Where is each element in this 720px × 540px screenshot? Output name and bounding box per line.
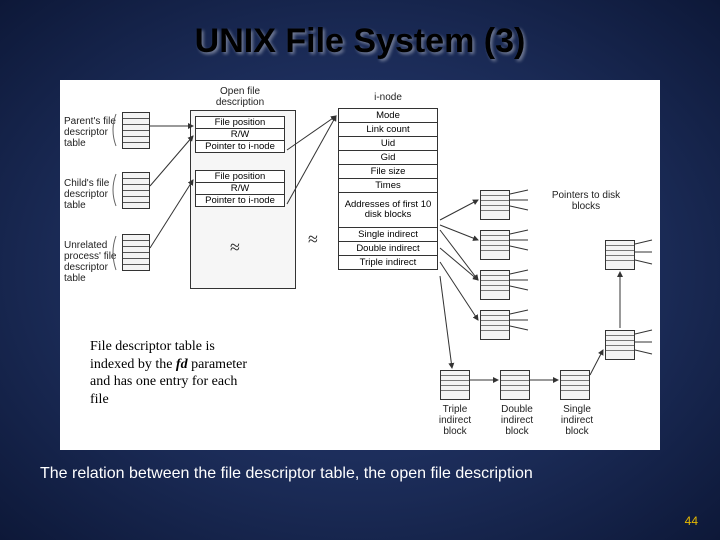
inode-uid: Uid (338, 136, 438, 151)
diskblock-b (480, 230, 510, 260)
diskblock-c (480, 270, 510, 300)
ofd1-ptr-inode: Pointer to i-node (195, 140, 285, 153)
diskblock-d (480, 310, 510, 340)
caption-fd: fd (176, 357, 188, 372)
slide-title: UNIX File System (3) (0, 0, 720, 61)
label-inode-header: i-node (363, 92, 413, 103)
child-fd-table (122, 172, 150, 209)
approx-ofd: ≈ (230, 238, 240, 258)
ofd2-ptr-inode: Pointer to i-node (195, 194, 285, 207)
inode-single-indirect: Single indirect (338, 227, 438, 242)
chain-block-2 (605, 240, 635, 270)
ofd-entry-2: File position R/W Pointer to i-node (195, 170, 285, 206)
parent-fd-table (122, 112, 150, 149)
label-triple-indirect: Triple indirect block (430, 404, 480, 437)
inode-times: Times (338, 178, 438, 193)
inode-triple-indirect: Triple indirect (338, 255, 438, 270)
diagram-area: Parent's file descriptor table Child's f… (60, 80, 660, 450)
double-indirect-block (500, 370, 530, 400)
unrelated-fd-table (122, 234, 150, 271)
diagram-caption: File descriptor table is indexed by the … (90, 338, 250, 408)
inode-direct-blocks: Addresses of first 10 disk blocks (338, 192, 438, 228)
approx-gap: ≈ (308, 230, 318, 250)
triple-indirect-block (440, 370, 470, 400)
single-indirect-block (560, 370, 590, 400)
inode-double-indirect: Double indirect (338, 241, 438, 256)
page-number: 44 (685, 514, 698, 528)
diskblock-a (480, 190, 510, 220)
inode-linkcount: Link count (338, 122, 438, 137)
label-double-indirect: Double indirect block (492, 404, 542, 437)
inode-filesize: File size (338, 164, 438, 179)
label-single-indirect: Single indirect block (552, 404, 602, 437)
label-ofd-header: Open file description (200, 86, 280, 108)
inode-stack: Mode Link count Uid Gid File size Times … (338, 108, 438, 269)
label-child-fd: Child's file descriptor table (64, 178, 116, 211)
chain-block-1 (605, 330, 635, 360)
footer-text: The relation between the file descriptor… (40, 465, 690, 483)
label-pointers-to-disk: Pointers to disk blocks (550, 190, 622, 212)
ofd-entry-1: File position R/W Pointer to i-node (195, 116, 285, 152)
inode-mode: Mode (338, 108, 438, 123)
inode-gid: Gid (338, 150, 438, 165)
label-parent-fd: Parent's file descriptor table (64, 116, 116, 149)
label-unrelated-fd: Unrelated process' file descriptor table (64, 240, 120, 284)
